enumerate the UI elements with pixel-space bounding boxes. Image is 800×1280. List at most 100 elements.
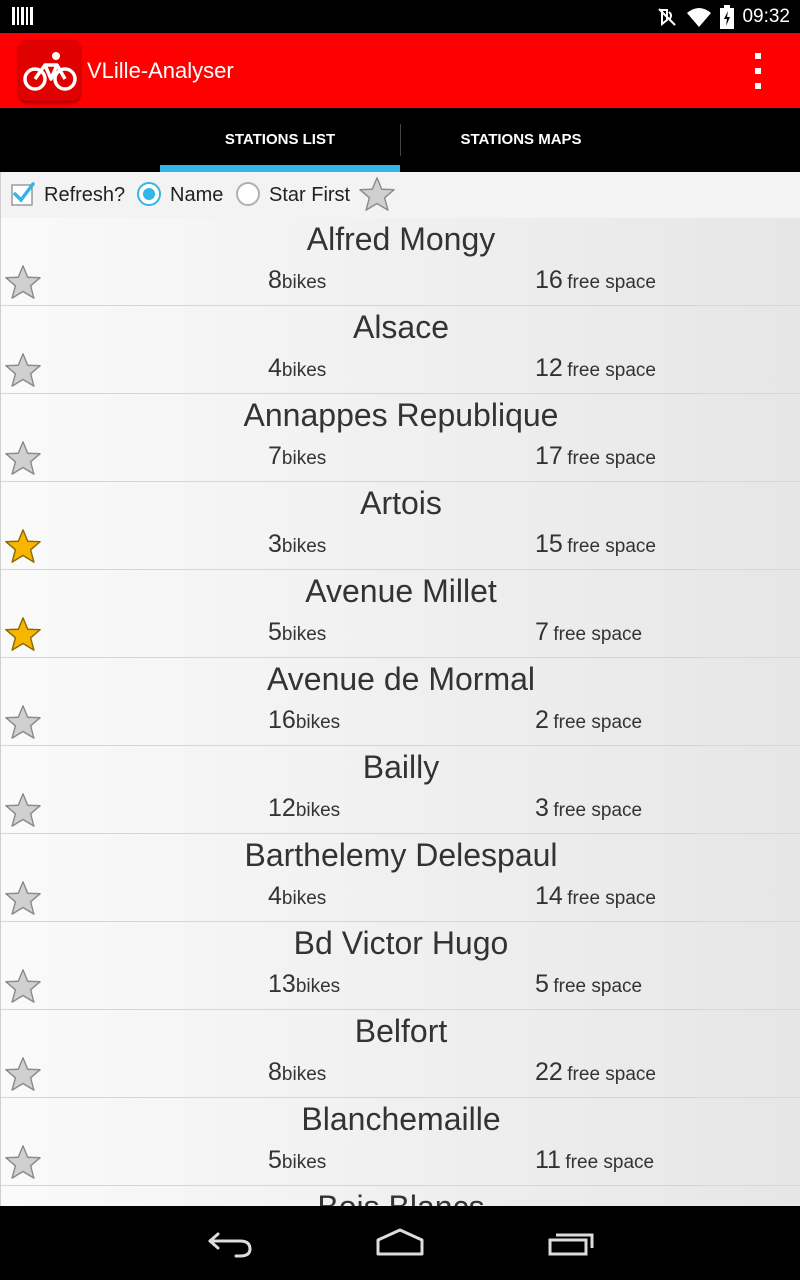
free-unit: free space [553,800,643,821]
bikes-unit: bikes [295,800,341,821]
station-name: Artois [360,485,442,521]
tab-stations-list[interactable]: STATIONS LIST [160,108,400,172]
free-unit: free space [565,1152,655,1173]
bikes-available: 13bikes [268,970,340,999]
refresh-checkbox[interactable] [11,182,35,206]
bikes-unit: bikes [281,448,327,469]
bikes-unit: bikes [295,976,341,997]
station-row[interactable]: Artois 3bikes 15 free space [1,482,800,570]
home-icon[interactable] [374,1226,426,1260]
overflow-menu-icon[interactable] [746,53,770,89]
bikes-available: 5bikes [268,1146,326,1175]
favorite-star-icon[interactable] [4,703,42,741]
action-bar: VLille-Analyser [0,33,800,108]
free-count: 11 [535,1146,561,1174]
favorite-star-icon[interactable] [4,439,42,477]
station-name: Barthelemy Delespaul [244,837,558,873]
station-row[interactable]: Annappes Republique 7bikes 17 free space [1,394,800,482]
sort-star-label[interactable]: Star First [269,183,350,207]
favorite-star-icon[interactable] [4,1055,42,1093]
free-space: 5 free space [535,970,642,999]
free-unit: free space [553,624,643,645]
bikes-unit: bikes [281,536,327,557]
bikes-available: 12bikes [268,794,340,823]
wifi-icon [687,8,712,27]
back-icon[interactable] [206,1226,254,1260]
bikes-unit: bikes [281,272,327,293]
favorite-star-icon[interactable] [4,263,42,301]
free-unit: free space [567,888,656,909]
bikes-count: 16 [268,706,296,734]
app-title: VLille-Analyser [87,58,234,83]
bikes-unit: bikes [281,1152,327,1173]
sort-star-radio[interactable] [236,182,260,206]
favorite-star-icon[interactable] [4,967,42,1005]
free-count: 7 [535,618,549,646]
bikes-count: 3 [268,530,282,558]
bikes-available: 16bikes [268,706,340,735]
free-count: 12 [535,354,563,382]
free-count: 3 [535,794,549,822]
free-count: 15 [535,530,563,558]
station-name: Avenue Millet [305,573,497,609]
station-row[interactable]: Belfort 8bikes 22 free space [1,1010,800,1098]
free-unit: free space [567,360,656,381]
bikes-count: 7 [268,442,282,470]
favorite-star-icon[interactable] [4,879,42,917]
bikes-available: 3bikes [268,530,326,559]
free-unit: free space [553,976,643,997]
status-bar: 09:32 [0,0,800,33]
free-unit: free space [567,448,656,469]
bikes-unit: bikes [281,1064,327,1085]
station-row[interactable]: Alsace 4bikes 12 free space [1,306,800,394]
sort-name-label[interactable]: Name [170,183,223,207]
stations-list: Alfred Mongy 8bikes 16 free space Alsace… [1,218,800,1206]
station-name: Bois Blancs [1,1188,800,1206]
star-filter-icon[interactable] [358,175,396,213]
favorite-star-icon[interactable] [4,791,42,829]
refresh-label[interactable]: Refresh? [44,183,125,207]
options-bar: Refresh? Name Star First [1,172,800,218]
favorite-star-filled-icon[interactable] [4,527,42,565]
station-row[interactable]: Avenue de Mormal 16bikes 2 free space [1,658,800,746]
favorite-star-icon[interactable] [4,1143,42,1181]
station-name: Alfred Mongy [306,221,496,257]
bikes-count: 8 [268,1058,282,1086]
station-name: Blanchemaille [301,1101,501,1137]
station-name: Annappes Republique [243,397,559,433]
station-row[interactable]: Bois Blancs [1,1186,800,1206]
bikes-available: 8bikes [268,266,326,295]
status-time: 09:32 [742,6,790,27]
bikes-available: 4bikes [268,882,326,911]
favorite-star-filled-icon[interactable] [4,615,42,653]
station-name: Avenue de Mormal [267,661,535,697]
tab-selected-indicator [160,165,400,172]
bikes-available: 5bikes [268,618,326,647]
free-unit: free space [567,536,656,557]
station-name: Belfort [354,1013,448,1049]
tab-stations-maps[interactable]: STATIONS MAPS [401,108,641,172]
barcode-notification-icon [12,7,33,25]
station-row[interactable]: Bailly 12bikes 3 free space [1,746,800,834]
station-row[interactable]: Barthelemy Delespaul 4bikes 14 free spac… [1,834,800,922]
bikes-count: 8 [268,266,282,294]
favorite-star-icon[interactable] [4,351,42,389]
station-name: Alsace [352,309,450,345]
bikes-count: 4 [268,354,282,382]
battery-charging-icon [720,5,735,29]
bikes-count: 5 [268,1146,282,1174]
app-logo[interactable] [19,40,80,101]
free-space: 3 free space [535,794,642,823]
station-row[interactable]: Alfred Mongy 8bikes 16 free space [1,218,800,306]
free-unit: free space [553,712,643,733]
tab-bar: STATIONS LIST STATIONS MAPS [0,108,800,172]
sort-name-radio[interactable] [137,182,161,206]
free-count: 17 [535,442,563,470]
free-unit: free space [567,1064,656,1085]
station-row[interactable]: Blanchemaille 5bikes 11 free space [1,1098,800,1186]
stations-list-panel: Refresh? Name Star First Alfred Mongy 8b… [0,172,800,1206]
recent-apps-icon[interactable] [546,1226,596,1260]
station-row[interactable]: Avenue Millet 5bikes 7 free space [1,570,800,658]
bikes-unit: bikes [281,360,327,381]
station-row[interactable]: Bd Victor Hugo 13bikes 5 free space [1,922,800,1010]
